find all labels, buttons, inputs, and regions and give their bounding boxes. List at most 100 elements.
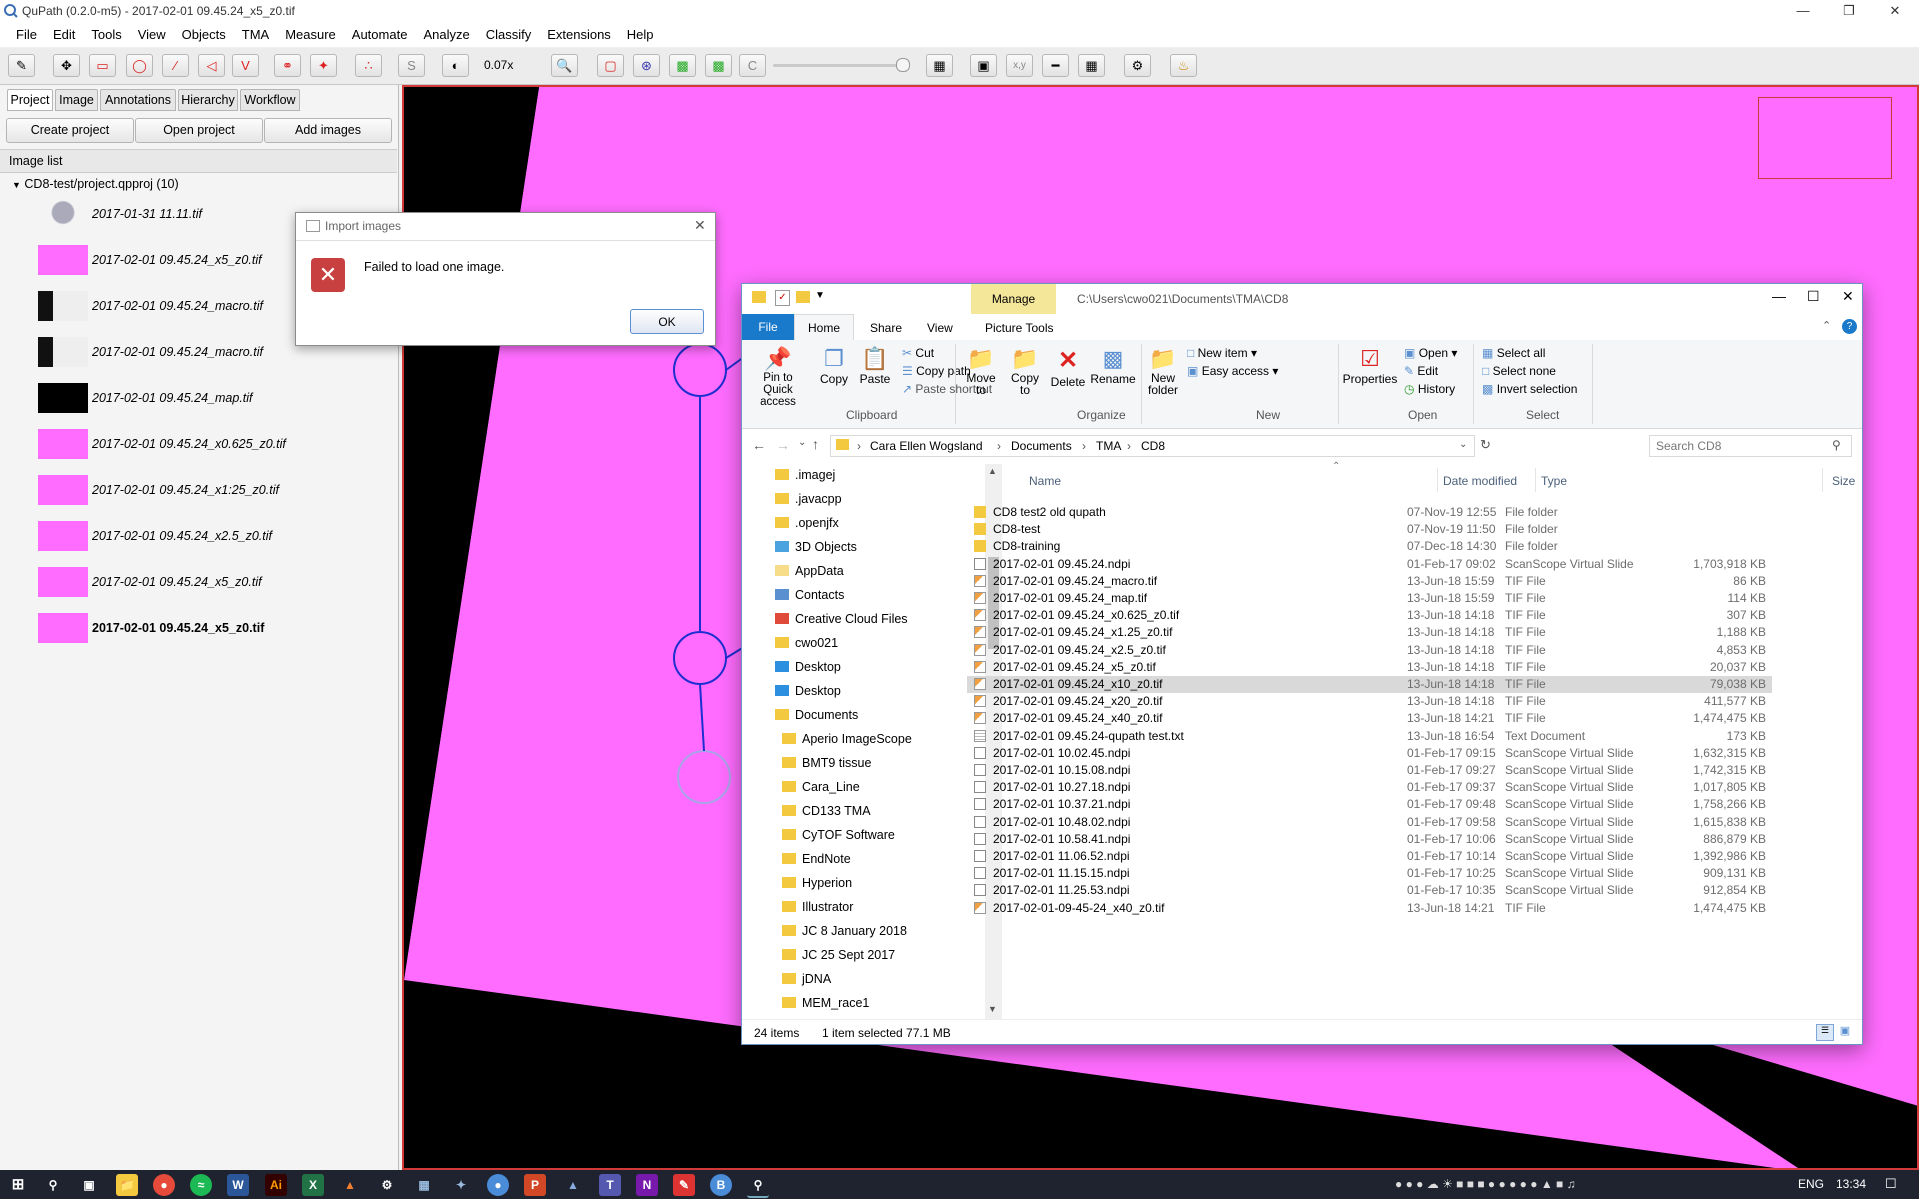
project-node[interactable]: ▼ CD8-test/project.qpproj (10) bbox=[12, 177, 179, 191]
network-icon[interactable]: ▦ bbox=[413, 1174, 435, 1196]
ribbon-tab-picture-tools[interactable]: Picture Tools bbox=[985, 321, 1053, 335]
delete-button[interactable]: ✕ Delete bbox=[1046, 346, 1090, 389]
nav-tree-item[interactable]: BMT9 tissue bbox=[742, 754, 982, 774]
sidebar-toggle-icon[interactable]: ✎ bbox=[8, 54, 35, 77]
file-row[interactable]: 2017-02-01 09.45.24_x40_z0.tif 13-Jun-18 … bbox=[967, 710, 1772, 727]
edit-button[interactable]: ✎ Edit bbox=[1404, 364, 1438, 378]
large-icons-view-icon[interactable]: ▣ bbox=[1837, 1024, 1853, 1039]
file-row[interactable]: 2017-02-01 10.37.21.ndpi 01-Feb-17 09:48 S… bbox=[967, 796, 1772, 813]
ribbon-collapse-icon[interactable]: ⌃ bbox=[1822, 319, 1831, 332]
explorer-maximize-button[interactable]: ☐ bbox=[1807, 288, 1820, 305]
image-list-item[interactable]: 2017-02-01 09.45.24_x0.625_z0.tif bbox=[38, 429, 378, 459]
brightness-contrast-icon[interactable]: ◐ bbox=[442, 54, 469, 77]
file-row[interactable]: 2017-02-01 09.45.24_macro.tif 13-Jun-18 1… bbox=[967, 573, 1772, 590]
invert-selection-button[interactable]: ▩ Invert selection bbox=[1482, 382, 1577, 396]
nav-tree-item[interactable]: CD133 TMA bbox=[742, 802, 982, 822]
file-row[interactable]: 2017-02-01 09.45.24_x10_z0.tif 13-Jun-18 … bbox=[967, 676, 1772, 693]
word-icon[interactable]: W bbox=[227, 1174, 249, 1196]
file-row[interactable]: 2017-02-01 10.15.08.ndpi 01-Feb-17 09:27 S… bbox=[967, 762, 1772, 779]
move-tool-icon[interactable]: ✥ bbox=[53, 54, 80, 77]
nav-tree-item[interactable]: Desktop bbox=[742, 658, 982, 678]
nav-tree-item[interactable]: JC 25 Sept 2017 bbox=[742, 946, 982, 966]
recent-dropdown-icon[interactable]: ⌄ bbox=[798, 437, 806, 448]
paste-button[interactable]: 📋 Paste bbox=[855, 346, 895, 386]
image-list-item[interactable]: 2017-02-01 09.45.24_map.tif bbox=[38, 383, 378, 413]
start-windows-icon[interactable]: ⊞ bbox=[7, 1174, 29, 1196]
zoom-to-fit-icon[interactable]: 🔍 bbox=[551, 54, 578, 77]
new-item-button[interactable]: □ New item ▾ bbox=[1187, 346, 1257, 360]
file-row[interactable]: 2017-02-01 09.45.24_x5_z0.tif 13-Jun-18 1… bbox=[967, 659, 1772, 676]
overview-thumbnail[interactable] bbox=[1758, 97, 1892, 179]
illustrator-icon[interactable]: Ai bbox=[265, 1174, 287, 1196]
points-tool-icon[interactable]: ∴ bbox=[355, 54, 382, 77]
column-name[interactable]: Name bbox=[1029, 474, 1061, 488]
scalebar-icon[interactable]: ━ bbox=[1042, 54, 1069, 77]
menu-edit[interactable]: Edit bbox=[45, 24, 83, 42]
forward-arrow-icon[interactable]: → bbox=[776, 437, 790, 453]
image-list-item[interactable]: 2017-02-01 09.45.24_x2.5_z0.tif bbox=[38, 521, 378, 551]
rename-button[interactable]: ▩ Rename bbox=[1090, 346, 1136, 386]
file-row[interactable]: 2017-02-01 09.45.24-qupath test.txt 13-Ju… bbox=[967, 728, 1772, 745]
nav-tree-item[interactable]: jDNA bbox=[742, 970, 982, 990]
selection-mode-icon[interactable]: S bbox=[398, 54, 425, 77]
tab-image[interactable]: Image bbox=[55, 89, 98, 111]
file-row[interactable]: 2017-02-01 09.45.24_x20_z0.tif 13-Jun-18 … bbox=[967, 693, 1772, 710]
menu-tools[interactable]: Tools bbox=[83, 24, 129, 42]
teams-icon[interactable]: T bbox=[599, 1174, 621, 1196]
open-project-button[interactable]: Open project bbox=[135, 118, 263, 143]
nav-tree-item[interactable]: AppData bbox=[742, 562, 982, 582]
properties-qa-icon[interactable]: ✓ bbox=[775, 290, 790, 306]
powerpoint-icon[interactable]: P bbox=[524, 1174, 546, 1196]
file-row[interactable]: 2017-02-01 09.45.24.ndpi 01-Feb-17 09:02 S… bbox=[967, 556, 1772, 573]
nav-tree-item[interactable]: 3D Objects bbox=[742, 538, 982, 558]
breadcrumb-tma[interactable]: TMA bbox=[1096, 439, 1121, 453]
rectangle-tool-icon[interactable]: ▭ bbox=[89, 54, 116, 77]
file-row[interactable]: 2017-02-01 10.48.02.ndpi 01-Feb-17 09:58 S… bbox=[967, 814, 1772, 831]
overview-icon[interactable]: ▣ bbox=[970, 54, 997, 77]
tools-icon[interactable]: ✦ bbox=[450, 1174, 472, 1196]
move-to-button[interactable]: 📁 Move to bbox=[960, 346, 1002, 396]
column-type[interactable]: Type bbox=[1541, 474, 1567, 488]
new-folder-qa-icon[interactable] bbox=[796, 291, 810, 303]
grid-icon[interactable]: ▦ bbox=[1078, 54, 1105, 77]
app-icon[interactable]: B bbox=[710, 1174, 732, 1196]
column-size[interactable]: Size bbox=[1832, 474, 1855, 488]
select-all-button[interactable]: ▦ Select all bbox=[1482, 346, 1545, 360]
file-explorer-taskbar-icon[interactable]: 📁 bbox=[116, 1174, 138, 1196]
back-arrow-icon[interactable]: ← bbox=[752, 437, 766, 453]
browser-icon[interactable]: ● bbox=[487, 1174, 509, 1196]
ellipse-tool-icon[interactable]: ◯ bbox=[126, 54, 153, 77]
language-indicator[interactable]: ENG bbox=[1798, 1177, 1824, 1191]
nav-tree-item[interactable]: CyTOF Software bbox=[742, 826, 982, 846]
spotify-icon[interactable]: ≈ bbox=[190, 1174, 212, 1196]
cut-button[interactable]: ✂ Cut bbox=[902, 346, 934, 360]
nav-tree-item[interactable]: Illustrator bbox=[742, 898, 982, 918]
easy-access-button[interactable]: ▣ Easy access ▾ bbox=[1187, 364, 1278, 378]
search-icon[interactable]: ⚲ bbox=[42, 1174, 64, 1196]
scroll-up-icon[interactable]: ▲ bbox=[988, 466, 997, 476]
breadcrumb-cd8[interactable]: CD8 bbox=[1141, 439, 1165, 453]
expand-triangle-icon[interactable]: ▼ bbox=[12, 180, 21, 190]
details-view-icon[interactable]: ☰ bbox=[1816, 1024, 1834, 1041]
clock[interactable]: 13:34 bbox=[1836, 1177, 1866, 1191]
nav-tree-item[interactable]: Aperio ImageScope bbox=[742, 730, 982, 750]
wand-tool-icon[interactable]: ✦ bbox=[310, 54, 337, 77]
menu-help[interactable]: Help bbox=[619, 24, 662, 42]
breadcrumb-user[interactable]: Cara Ellen Wogsland bbox=[870, 439, 983, 453]
history-button[interactable]: ◷ History bbox=[1404, 382, 1455, 396]
up-arrow-icon[interactable]: ↑ bbox=[812, 436, 819, 452]
nav-tree-item[interactable]: MEM_race1 bbox=[742, 994, 982, 1014]
help-icon[interactable]: ? bbox=[1842, 319, 1857, 334]
file-row[interactable]: 2017-02-01 09.45.24_x0.625_z0.tif 13-Jun-… bbox=[967, 607, 1772, 624]
file-row[interactable]: 2017-02-01 10.02.45.ndpi 01-Feb-17 09:15 S… bbox=[967, 745, 1772, 762]
show-annotations-icon[interactable]: ▢ bbox=[597, 54, 624, 77]
ribbon-tab-home[interactable]: Home bbox=[794, 314, 854, 340]
ribbon-tab-share[interactable]: Share bbox=[870, 321, 902, 335]
nav-tree-item[interactable]: EndNote bbox=[742, 850, 982, 870]
image-list-item[interactable]: 2017-02-01 09.45.24_x5_z0.tif bbox=[38, 567, 378, 597]
menu-tma[interactable]: TMA bbox=[234, 24, 277, 42]
settings-gear-icon[interactable]: ⚙ bbox=[376, 1174, 398, 1196]
opacity-slider[interactable] bbox=[773, 64, 905, 67]
explorer-close-button[interactable]: ✕ bbox=[1842, 288, 1854, 305]
tab-hierarchy[interactable]: Hierarchy bbox=[178, 89, 238, 111]
